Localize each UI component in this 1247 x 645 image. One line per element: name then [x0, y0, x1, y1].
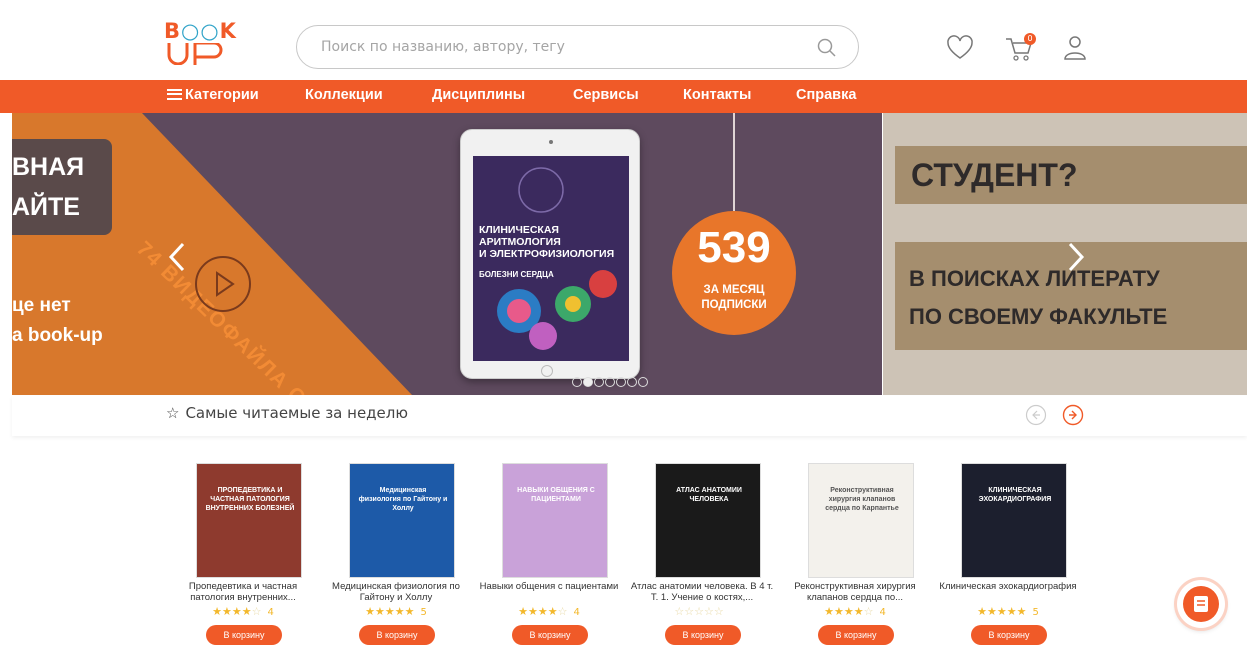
nav-item-help[interactable]: Справка	[796, 87, 856, 103]
rating-count: 4	[879, 607, 886, 618]
book-card[interactable]: КЛИНИЧЕСКАЯ ЭХОКАРДИОГРАФИЯ Клиническая …	[933, 463, 1083, 645]
book-rating: ★★★★★ 5	[321, 605, 471, 618]
star-outline-icon: ☆	[166, 404, 180, 422]
add-to-cart-button[interactable]: В корзину	[971, 625, 1047, 645]
play-icon[interactable]	[195, 256, 251, 312]
section-title: ☆ Самые читаемые за неделю	[166, 404, 408, 422]
add-to-cart-button[interactable]: В корзину	[665, 625, 741, 645]
carousel-prev-icon[interactable]	[167, 241, 187, 273]
logo-up-mark	[167, 43, 223, 65]
menu-icon	[167, 88, 182, 100]
star-icons: ★★★★★	[365, 605, 415, 618]
tablet-home-button	[541, 365, 553, 377]
carousel-dots	[572, 372, 692, 387]
book-rating: ☆☆☆☆☆	[627, 605, 777, 618]
chat-button[interactable]	[1177, 580, 1225, 628]
rating-count: 5	[1032, 607, 1039, 618]
book-rating: ★★★★☆ 4	[168, 605, 318, 618]
book-cover[interactable]: НАВЫКИ ОБЩЕНИЯ С ПАЦИЕНТАМИ	[502, 463, 608, 578]
section-next-icon[interactable]	[1062, 404, 1084, 426]
book-title[interactable]: Реконструктивная хирургия клапанов сердц…	[780, 581, 930, 603]
book-cover-arrhythmology: КЛИНИЧЕСКАЯ АРИТМОЛОГИЯ И ЭЛЕКТРОФИЗИОЛО…	[473, 156, 629, 361]
book-card[interactable]: Медицинская физиология по Гайтону и Холл…	[321, 463, 471, 645]
cover-subtitle: БОЛЕЗНИ СЕРДЦА	[479, 270, 554, 279]
banner-slide-right: СТУДЕНТ? В ПОИСКАХ ЛИТЕРАТУ ПО СВОЕМУ ФА…	[883, 113, 1247, 395]
star-icons: ☆☆☆☆☆	[674, 605, 724, 618]
book-cover[interactable]: Медицинская физиология по Гайтону и Холл…	[349, 463, 455, 578]
nav-item-services[interactable]: Сервисы	[573, 87, 639, 103]
logo[interactable]: B○○K	[164, 19, 237, 66]
book-card[interactable]: Реконструктивная хирургия клапанов сердц…	[780, 463, 930, 645]
search-box	[296, 25, 859, 69]
book-cover-text: Реконструктивная хирургия клапанов сердц…	[825, 487, 899, 512]
book-cover[interactable]: ПРОПЕДЕВТИКА И ЧАСТНАЯ ПАТОЛОГИЯ ВНУТРЕН…	[196, 463, 302, 578]
add-to-cart-button[interactable]: В корзину	[818, 625, 894, 645]
carousel-next-icon[interactable]	[1066, 241, 1086, 273]
book-rating: ★★★★☆ 4	[474, 605, 624, 618]
book-title[interactable]: Атлас анатомии человека. В 4 т. Т. 1. Уч…	[627, 581, 777, 603]
chat-icon	[1183, 586, 1219, 622]
book-card[interactable]: ПРОПЕДЕВТИКА И ЧАСТНАЯ ПАТОЛОГИЯ ВНУТРЕН…	[168, 463, 318, 645]
nav-item-contacts[interactable]: Контакты	[683, 87, 751, 103]
star-icons: ★★★★☆	[212, 605, 262, 618]
book-rating: ★★★★★ 5	[933, 605, 1083, 618]
book-cover[interactable]: Реконструктивная хирургия клапанов сердц…	[808, 463, 914, 578]
tablet-camera	[549, 140, 553, 144]
add-to-cart-button[interactable]: В корзину	[359, 625, 435, 645]
book-title[interactable]: Клиническая эхокардиография	[933, 581, 1083, 603]
promo-circle: 539 ЗА МЕСЯЦ ПОДПИСКИ	[672, 211, 796, 335]
book-card[interactable]: АТЛАС АНАТОМИИ ЧЕЛОВЕКА Атлас анатомии ч…	[627, 463, 777, 645]
book-cover-text: КЛИНИЧЕСКАЯ ЭХОКАРДИОГРАФИЯ	[978, 487, 1052, 503]
add-to-cart-button[interactable]: В корзину	[512, 625, 588, 645]
heart-icon[interactable]	[945, 33, 975, 63]
book-cover-text: Медицинская физиология по Гайтону и Холл…	[358, 487, 448, 512]
carousel-dot[interactable]	[616, 377, 626, 387]
promo-hanger	[733, 113, 735, 211]
book-cover[interactable]: КЛИНИЧЕСКАЯ ЭХОКАРДИОГРАФИЯ	[961, 463, 1067, 578]
section-title-text: Самые читаемые за неделю	[185, 404, 408, 422]
carousel-dot[interactable]	[594, 377, 604, 387]
book-card[interactable]: НАВЫКИ ОБЩЕНИЯ С ПАЦИЕНТАМИ Навыки общен…	[474, 463, 624, 645]
header: B○○K 0	[0, 0, 1247, 80]
nav-item-label: Категории	[185, 87, 259, 103]
star-icons: ★★★★★	[977, 605, 1027, 618]
logo-text: B○○K	[164, 19, 237, 43]
book-cover-text: НАВЫКИ ОБЩЕНИЯ С ПАЦИЕНТАМИ	[517, 487, 595, 503]
nav-item-disciplines[interactable]: Дисциплины	[432, 87, 525, 103]
add-to-cart-button[interactable]: В корзину	[206, 625, 282, 645]
nav-item-categories[interactable]: Категории	[167, 87, 259, 103]
book-cover-text: АТЛАС АНАТОМИИ ЧЕЛОВЕКА	[676, 487, 742, 503]
star-icons: ★★★★☆	[518, 605, 568, 618]
user-icon[interactable]	[1060, 33, 1090, 63]
book-cover[interactable]: АТЛАС АНАТОМИИ ЧЕЛОВЕКА	[655, 463, 761, 578]
rating-count: 4	[267, 607, 274, 618]
book-title[interactable]: Пропедевтика и частная патология внутрен…	[168, 581, 318, 603]
cart-badge: 0	[1024, 33, 1036, 45]
carousel-dot[interactable]	[605, 377, 615, 387]
main-nav: Категории Коллекции Дисциплины Сервисы К…	[0, 80, 1247, 113]
cover-title: КЛИНИЧЕСКАЯ АРИТМОЛОГИЯ И ЭЛЕКТРОФИЗИОЛО…	[479, 224, 615, 260]
nav-item-collections[interactable]: Коллекции	[305, 87, 383, 103]
promo-number: 539	[697, 223, 771, 272]
book-rating: ★★★★☆ 4	[780, 605, 930, 618]
rating-count: 4	[573, 607, 580, 618]
carousel-dot[interactable]	[627, 377, 637, 387]
banner-tablet: КЛИНИЧЕСКАЯ АРИТМОЛОГИЯ И ЭЛЕКТРОФИЗИОЛО…	[460, 129, 640, 379]
promo-caption: ЗА МЕСЯЦ ПОДПИСКИ	[701, 284, 767, 311]
book-title[interactable]: Медицинская физиология по Гайтону и Холл…	[321, 581, 471, 603]
book-cover-text: ПРОПЕДЕВТИКА И ЧАСТНАЯ ПАТОЛОГИЯ ВНУТРЕН…	[205, 487, 295, 512]
section-prev-icon[interactable]	[1025, 404, 1047, 426]
banner-right-text: В ПОИСКАХ ЛИТЕРАТУ ПО СВОЕМУ ФАКУЛЬТЕ	[909, 266, 1168, 329]
book-title[interactable]: Навыки общения с пациентами	[474, 581, 624, 603]
star-icons: ★★★★☆	[824, 605, 874, 618]
banner-carousel[interactable]: ВНАЯ АЙТЕ це нет а book-up 74 ВИДЕОФАЙЛА…	[12, 113, 1247, 395]
carousel-dot[interactable]	[583, 377, 593, 387]
search-input[interactable]	[321, 36, 801, 58]
rating-count: 5	[420, 607, 427, 618]
carousel-dot[interactable]	[572, 377, 582, 387]
carousel-dot[interactable]	[638, 377, 648, 387]
banner-right-title: СТУДЕНТ?	[911, 157, 1078, 193]
search-icon[interactable]	[816, 37, 838, 59]
